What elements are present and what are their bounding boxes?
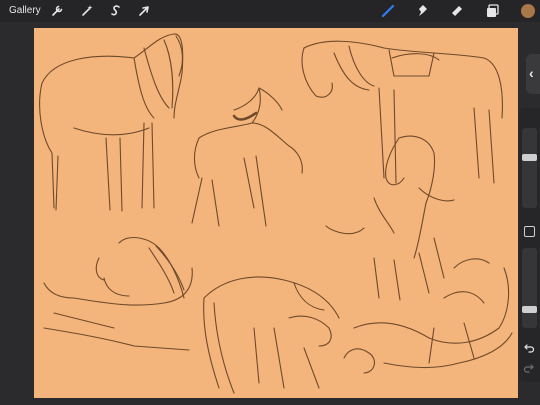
horse-sketches xyxy=(39,33,513,394)
standing-horse-sketch xyxy=(39,33,184,212)
color-swatch-circle xyxy=(521,4,535,18)
gallery-button[interactable]: Gallery xyxy=(9,5,41,16)
arrow-cursor-icon[interactable] xyxy=(136,3,152,19)
wrench-icon[interactable] xyxy=(49,3,65,19)
modify-button[interactable] xyxy=(524,226,535,237)
eraser-icon[interactable] xyxy=(449,3,465,19)
top-toolbar: Gallery xyxy=(0,0,540,22)
saddled-horse-sketch xyxy=(301,40,503,184)
undo-icon[interactable] xyxy=(523,342,535,354)
layers-icon[interactable] xyxy=(484,3,500,19)
lying-horse-sketch xyxy=(43,237,193,351)
color-swatch[interactable] xyxy=(520,3,536,19)
chevron-left-icon: ‹ xyxy=(529,65,534,81)
drawing-canvas[interactable] xyxy=(34,28,518,398)
sidebar-collapse-tab[interactable]: ‹ xyxy=(526,54,540,94)
resting-horse-sketch xyxy=(343,258,513,374)
brush-size-slider-thumb[interactable] xyxy=(522,154,537,161)
magic-wand-icon[interactable] xyxy=(79,3,95,19)
sidebar xyxy=(519,108,540,382)
bending-horse-sketch xyxy=(203,276,340,394)
rearing-horse-sketch xyxy=(325,135,455,301)
opacity-slider-thumb[interactable] xyxy=(522,306,537,313)
opacity-slider[interactable] xyxy=(522,248,537,328)
brush-icon[interactable] xyxy=(380,3,396,19)
foal-sketch xyxy=(191,87,303,227)
brush-size-slider[interactable] xyxy=(522,128,537,208)
redo-icon[interactable] xyxy=(523,362,535,374)
smudge-icon[interactable] xyxy=(414,3,430,19)
selection-s-icon[interactable] xyxy=(108,3,124,19)
